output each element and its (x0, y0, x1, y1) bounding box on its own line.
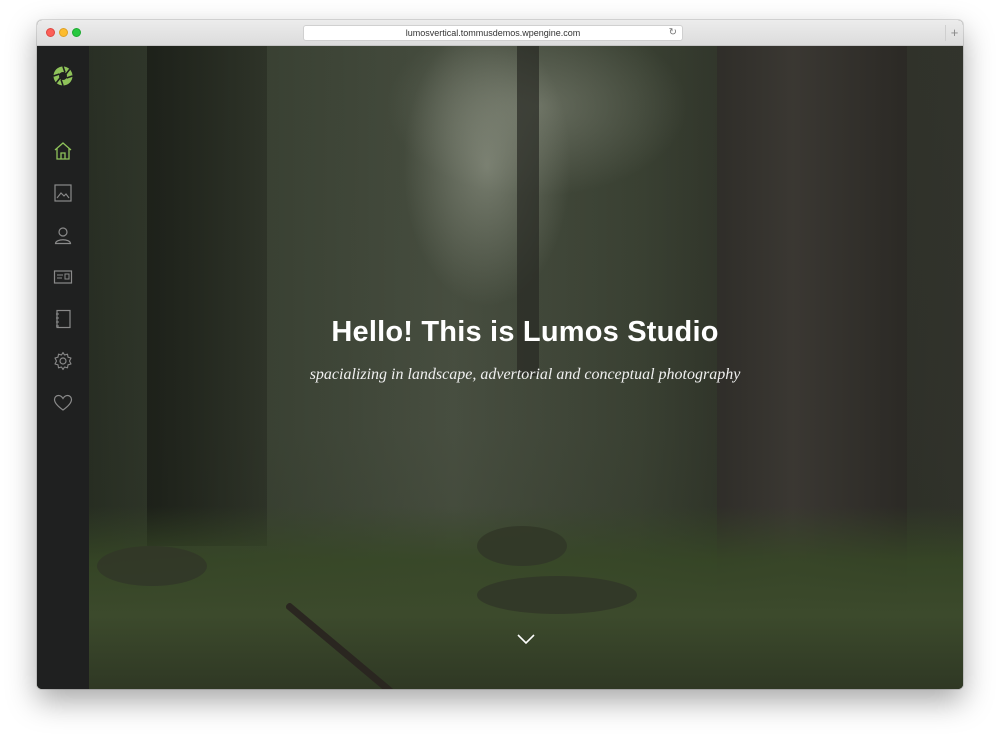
sidebar-item-home[interactable] (52, 141, 74, 166)
minimize-window-button[interactable] (59, 28, 68, 37)
user-icon (53, 225, 73, 250)
home-icon (53, 141, 73, 166)
forest-rock-shape (477, 526, 567, 566)
zoom-window-button[interactable] (72, 28, 81, 37)
sidebar-item-gallery[interactable] (52, 183, 74, 208)
browser-window: lumosvertical.tommusdemos.wpengine.com ↻… (37, 20, 963, 689)
url-text: lumosvertical.tommusdemos.wpengine.com (405, 28, 581, 38)
sidebar-item-favorites[interactable] (52, 394, 74, 416)
chevron-down-icon (516, 633, 536, 650)
new-tab-button[interactable]: + (945, 25, 963, 41)
hero-subtitle: spacializing in landscape, advertorial a… (309, 366, 741, 383)
contact-card-icon (53, 267, 73, 292)
gallery-icon (53, 183, 73, 208)
sidebar-item-contact[interactable] (52, 268, 74, 290)
address-bar[interactable]: lumosvertical.tommusdemos.wpengine.com ↻ (303, 25, 683, 41)
scroll-down-button[interactable] (516, 632, 536, 646)
heart-icon (53, 393, 73, 418)
aperture-logo-icon[interactable] (53, 66, 73, 86)
close-window-button[interactable] (46, 28, 55, 37)
forest-trunk-shape (147, 46, 267, 546)
page-viewport: Hello! This is Lumos Studio spacializing… (37, 46, 963, 689)
sidebar-item-about[interactable] (52, 226, 74, 248)
browser-titlebar: lumosvertical.tommusdemos.wpengine.com ↻… (37, 20, 963, 46)
forest-rock-shape (477, 576, 637, 614)
forest-rock-shape (97, 546, 207, 586)
hero-title: Hello! This is Lumos Studio (331, 316, 719, 348)
reload-icon[interactable]: ↻ (669, 26, 677, 40)
